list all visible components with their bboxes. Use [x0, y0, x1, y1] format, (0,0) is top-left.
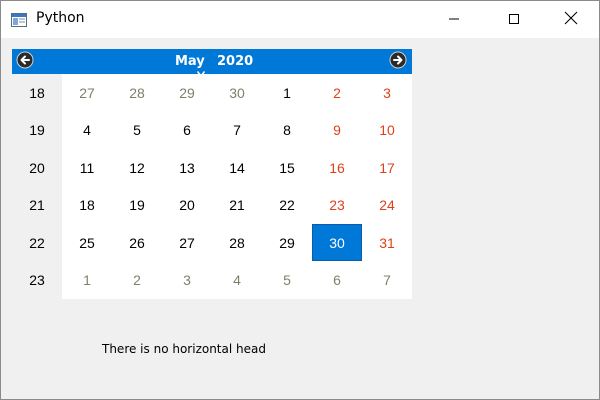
- day-cell[interactable]: 29: [162, 74, 212, 111]
- day-cell[interactable]: 13: [162, 149, 212, 186]
- next-month-button[interactable]: [388, 51, 408, 73]
- day-cell[interactable]: 2: [312, 74, 362, 111]
- day-cell[interactable]: 14: [212, 149, 262, 186]
- maximize-button[interactable]: [491, 1, 537, 38]
- week-number: 20: [29, 159, 45, 176]
- day-cell[interactable]: 15: [262, 149, 312, 186]
- day-cell[interactable]: 4: [212, 262, 262, 299]
- day-cell[interactable]: 23: [312, 187, 362, 224]
- close-button[interactable]: [548, 1, 594, 38]
- day-cell[interactable]: 4: [62, 112, 112, 149]
- maximize-icon: [508, 10, 520, 29]
- day-cell[interactable]: 6: [312, 262, 362, 299]
- day-cell[interactable]: 11: [62, 149, 112, 186]
- day-cell[interactable]: 21: [212, 187, 262, 224]
- previous-month-button[interactable]: [15, 51, 35, 73]
- day-cell[interactable]: 12: [112, 149, 162, 186]
- day-cell[interactable]: 3: [162, 262, 212, 299]
- day-cell[interactable]: 28: [112, 74, 162, 111]
- day-cell[interactable]: 5: [262, 262, 312, 299]
- day-cell[interactable]: 17: [362, 149, 412, 186]
- app-window: Python May 2020 18 19 20 21 22 23 27 28 …: [0, 0, 600, 400]
- week-number: 21: [29, 197, 45, 213]
- day-cell-selected[interactable]: 30: [312, 224, 362, 261]
- day-cell[interactable]: 27: [162, 224, 212, 261]
- day-cell[interactable]: 24: [362, 187, 412, 224]
- day-cell[interactable]: 2: [112, 262, 162, 299]
- calendar-navigation-bar: May 2020: [12, 49, 412, 78]
- day-cell[interactable]: 29: [262, 224, 312, 261]
- day-cell[interactable]: 28: [212, 224, 262, 261]
- week-number-column: 18 19 20 21 22 23: [12, 74, 62, 299]
- week-number: 22: [29, 234, 45, 251]
- python-app-icon: [11, 12, 27, 28]
- status-label: There is no horizontal head: [102, 342, 266, 356]
- day-cell[interactable]: 22: [262, 187, 312, 224]
- title-bar[interactable]: Python: [1, 1, 599, 38]
- close-icon: [564, 10, 578, 29]
- day-cell[interactable]: 31: [362, 224, 412, 261]
- window-title: Python: [36, 10, 85, 26]
- day-cell[interactable]: 9: [312, 112, 362, 149]
- day-cell[interactable]: 5: [112, 112, 162, 149]
- week-number: 19: [29, 122, 45, 138]
- arrow-right-circle-icon: [389, 51, 407, 73]
- week-number: 23: [29, 272, 45, 288]
- day-cell[interactable]: 1: [62, 262, 112, 299]
- day-grid: 27 28 29 30 1 2 3 4 5 6 7 8 9 10 11 12 13 14 15 16 17 18 19 20 2…: [62, 74, 412, 299]
- week-number: 18: [29, 84, 45, 101]
- day-cell[interactable]: 10: [362, 112, 412, 149]
- day-cell[interactable]: 16: [312, 149, 362, 186]
- arrow-left-circle-icon: [16, 51, 34, 73]
- day-cell[interactable]: 7: [362, 262, 412, 299]
- day-cell[interactable]: 7: [212, 112, 262, 149]
- day-cell[interactable]: 26: [112, 224, 162, 261]
- day-cell[interactable]: 6: [162, 112, 212, 149]
- day-cell[interactable]: 3: [362, 74, 412, 111]
- day-cell[interactable]: 8: [262, 112, 312, 149]
- day-cell[interactable]: 25: [62, 224, 112, 261]
- day-cell[interactable]: 20: [162, 187, 212, 224]
- minimize-button[interactable]: [431, 1, 477, 38]
- day-cell[interactable]: 27: [62, 74, 112, 111]
- day-cell[interactable]: 19: [112, 187, 162, 224]
- day-cell[interactable]: 1: [262, 74, 312, 111]
- day-cell[interactable]: 30: [212, 74, 262, 111]
- calendar-widget: May 2020 18 19 20 21 22 23 27 28 29 30 1 2 3 4 5 6 7 8 9 1…: [12, 49, 412, 299]
- minimize-icon: [448, 10, 460, 29]
- day-cell[interactable]: 18: [62, 187, 112, 224]
- year-selector[interactable]: 2020: [217, 54, 253, 69]
